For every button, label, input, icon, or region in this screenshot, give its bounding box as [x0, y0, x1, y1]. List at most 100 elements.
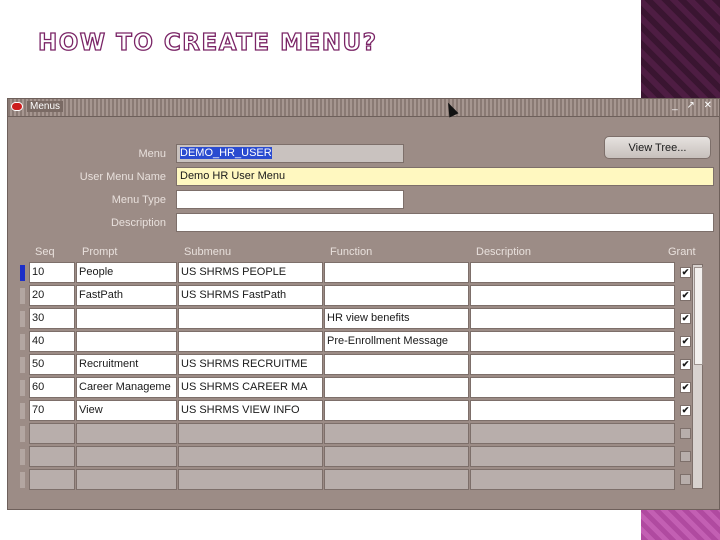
submenu-cell[interactable] — [178, 331, 323, 352]
grant-checkbox[interactable]: ✔ — [680, 313, 691, 324]
prompt-cell[interactable]: View — [76, 400, 177, 421]
table-row[interactable]: 10 People US SHRMS PEOPLE ✔ — [20, 262, 692, 283]
menu-type-field[interactable] — [176, 190, 404, 209]
submenu-cell[interactable]: US SHRMS PEOPLE — [178, 262, 323, 283]
row-indicator[interactable] — [20, 288, 25, 304]
function-cell[interactable] — [324, 446, 469, 467]
grant-checkbox[interactable]: ✔ — [680, 267, 691, 278]
prompt-cell[interactable] — [76, 308, 177, 329]
submenu-cell[interactable] — [178, 423, 323, 444]
user-menu-name-field[interactable]: Demo HR User Menu — [176, 167, 714, 186]
submenu-cell[interactable] — [178, 469, 323, 490]
menu-field-value: DEMO_HR_USER — [180, 147, 272, 159]
table-row[interactable]: 70 View US SHRMS VIEW INFO ✔ — [20, 400, 692, 421]
seq-cell[interactable] — [29, 469, 75, 490]
row-indicator[interactable] — [20, 472, 25, 488]
seq-cell[interactable]: 10 — [29, 262, 75, 283]
submenu-cell[interactable]: US SHRMS CAREER MA — [178, 377, 323, 398]
table-row[interactable]: 60 Career Manageme US SHRMS CAREER MA ✔ — [20, 377, 692, 398]
description-label: Description — [110, 217, 166, 229]
description-cell[interactable] — [470, 331, 675, 352]
slide-title: HOW TO CREATE MENU? — [37, 29, 378, 56]
submenu-cell[interactable]: US SHRMS FastPath — [178, 285, 323, 306]
table-row[interactable] — [20, 446, 692, 467]
function-cell[interactable] — [324, 285, 469, 306]
function-cell[interactable] — [324, 377, 469, 398]
description-cell[interactable] — [470, 469, 675, 490]
seq-cell[interactable]: 30 — [29, 308, 75, 329]
submenu-cell[interactable]: US SHRMS VIEW INFO — [178, 400, 323, 421]
grid-scrollbar[interactable] — [692, 264, 703, 489]
header-submenu: Submenu — [184, 246, 232, 258]
description-cell[interactable] — [470, 354, 675, 375]
grant-checkbox[interactable] — [680, 451, 691, 462]
seq-cell[interactable]: 50 — [29, 354, 75, 375]
window-title: Menus — [27, 101, 64, 112]
function-cell[interactable] — [324, 469, 469, 490]
scrollbar-thumb[interactable] — [694, 267, 703, 365]
view-tree-button[interactable]: View Tree... — [604, 136, 711, 159]
grant-checkbox[interactable]: ✔ — [680, 405, 691, 416]
row-indicator[interactable] — [20, 449, 25, 465]
menu-type-label: Menu Type — [111, 194, 166, 206]
slide-decoration-bottom — [641, 508, 720, 540]
function-cell[interactable] — [324, 423, 469, 444]
grant-checkbox[interactable] — [680, 474, 691, 485]
menu-label: Menu — [138, 148, 166, 160]
window-controls-icon[interactable]: _ ↗ ✕ — [672, 100, 715, 111]
seq-cell[interactable]: 40 — [29, 331, 75, 352]
function-cell[interactable] — [324, 262, 469, 283]
seq-cell[interactable]: 60 — [29, 377, 75, 398]
function-cell[interactable]: HR view benefits — [324, 308, 469, 329]
table-row[interactable]: 50 Recruitment US SHRMS RECRUITME ✔ — [20, 354, 692, 375]
grant-checkbox[interactable]: ✔ — [680, 359, 691, 370]
row-indicator[interactable] — [20, 357, 25, 373]
table-row[interactable]: 40 Pre-Enrollment Message ✔ — [20, 331, 692, 352]
grant-checkbox[interactable] — [680, 428, 691, 439]
prompt-cell[interactable]: People — [76, 262, 177, 283]
menus-window: Menus _ ↗ ✕ Menu DEMO_HR_USER User Menu … — [7, 98, 720, 510]
submenu-cell[interactable] — [178, 308, 323, 329]
seq-cell[interactable]: 20 — [29, 285, 75, 306]
prompt-cell[interactable] — [76, 446, 177, 467]
description-cell[interactable] — [470, 308, 675, 329]
description-cell[interactable] — [470, 423, 675, 444]
row-indicator[interactable] — [20, 403, 25, 419]
seq-cell[interactable] — [29, 446, 75, 467]
grant-checkbox[interactable]: ✔ — [680, 290, 691, 301]
prompt-cell[interactable] — [76, 423, 177, 444]
description-cell[interactable] — [470, 262, 675, 283]
row-indicator[interactable] — [20, 311, 25, 327]
table-row[interactable]: 30 HR view benefits ✔ — [20, 308, 692, 329]
prompt-cell[interactable]: Career Manageme — [76, 377, 177, 398]
function-cell[interactable]: Pre-Enrollment Message — [324, 331, 469, 352]
seq-cell[interactable] — [29, 423, 75, 444]
seq-cell[interactable]: 70 — [29, 400, 75, 421]
description-cell[interactable] — [470, 285, 675, 306]
description-cell[interactable] — [470, 377, 675, 398]
submenu-cell[interactable] — [178, 446, 323, 467]
prompt-cell[interactable] — [76, 331, 177, 352]
submenu-cell[interactable]: US SHRMS RECRUITME — [178, 354, 323, 375]
description-cell[interactable] — [470, 400, 675, 421]
row-indicator[interactable] — [20, 265, 25, 281]
menu-field[interactable]: DEMO_HR_USER — [176, 144, 404, 163]
table-row[interactable] — [20, 469, 692, 490]
grant-checkbox[interactable]: ✔ — [680, 382, 691, 393]
header-prompt: Prompt — [82, 246, 118, 258]
table-row[interactable]: 20 FastPath US SHRMS FastPath ✔ — [20, 285, 692, 306]
window-titlebar[interactable]: Menus _ ↗ ✕ — [8, 99, 719, 117]
row-indicator[interactable] — [20, 380, 25, 396]
prompt-cell[interactable] — [76, 469, 177, 490]
prompt-cell[interactable]: Recruitment — [76, 354, 177, 375]
user-menu-name-label: User Menu Name — [79, 171, 166, 183]
description-field[interactable] — [176, 213, 714, 232]
table-row[interactable] — [20, 423, 692, 444]
function-cell[interactable] — [324, 354, 469, 375]
prompt-cell[interactable]: FastPath — [76, 285, 177, 306]
row-indicator[interactable] — [20, 426, 25, 442]
function-cell[interactable] — [324, 400, 469, 421]
row-indicator[interactable] — [20, 334, 25, 350]
grant-checkbox[interactable]: ✔ — [680, 336, 691, 347]
description-cell[interactable] — [470, 446, 675, 467]
